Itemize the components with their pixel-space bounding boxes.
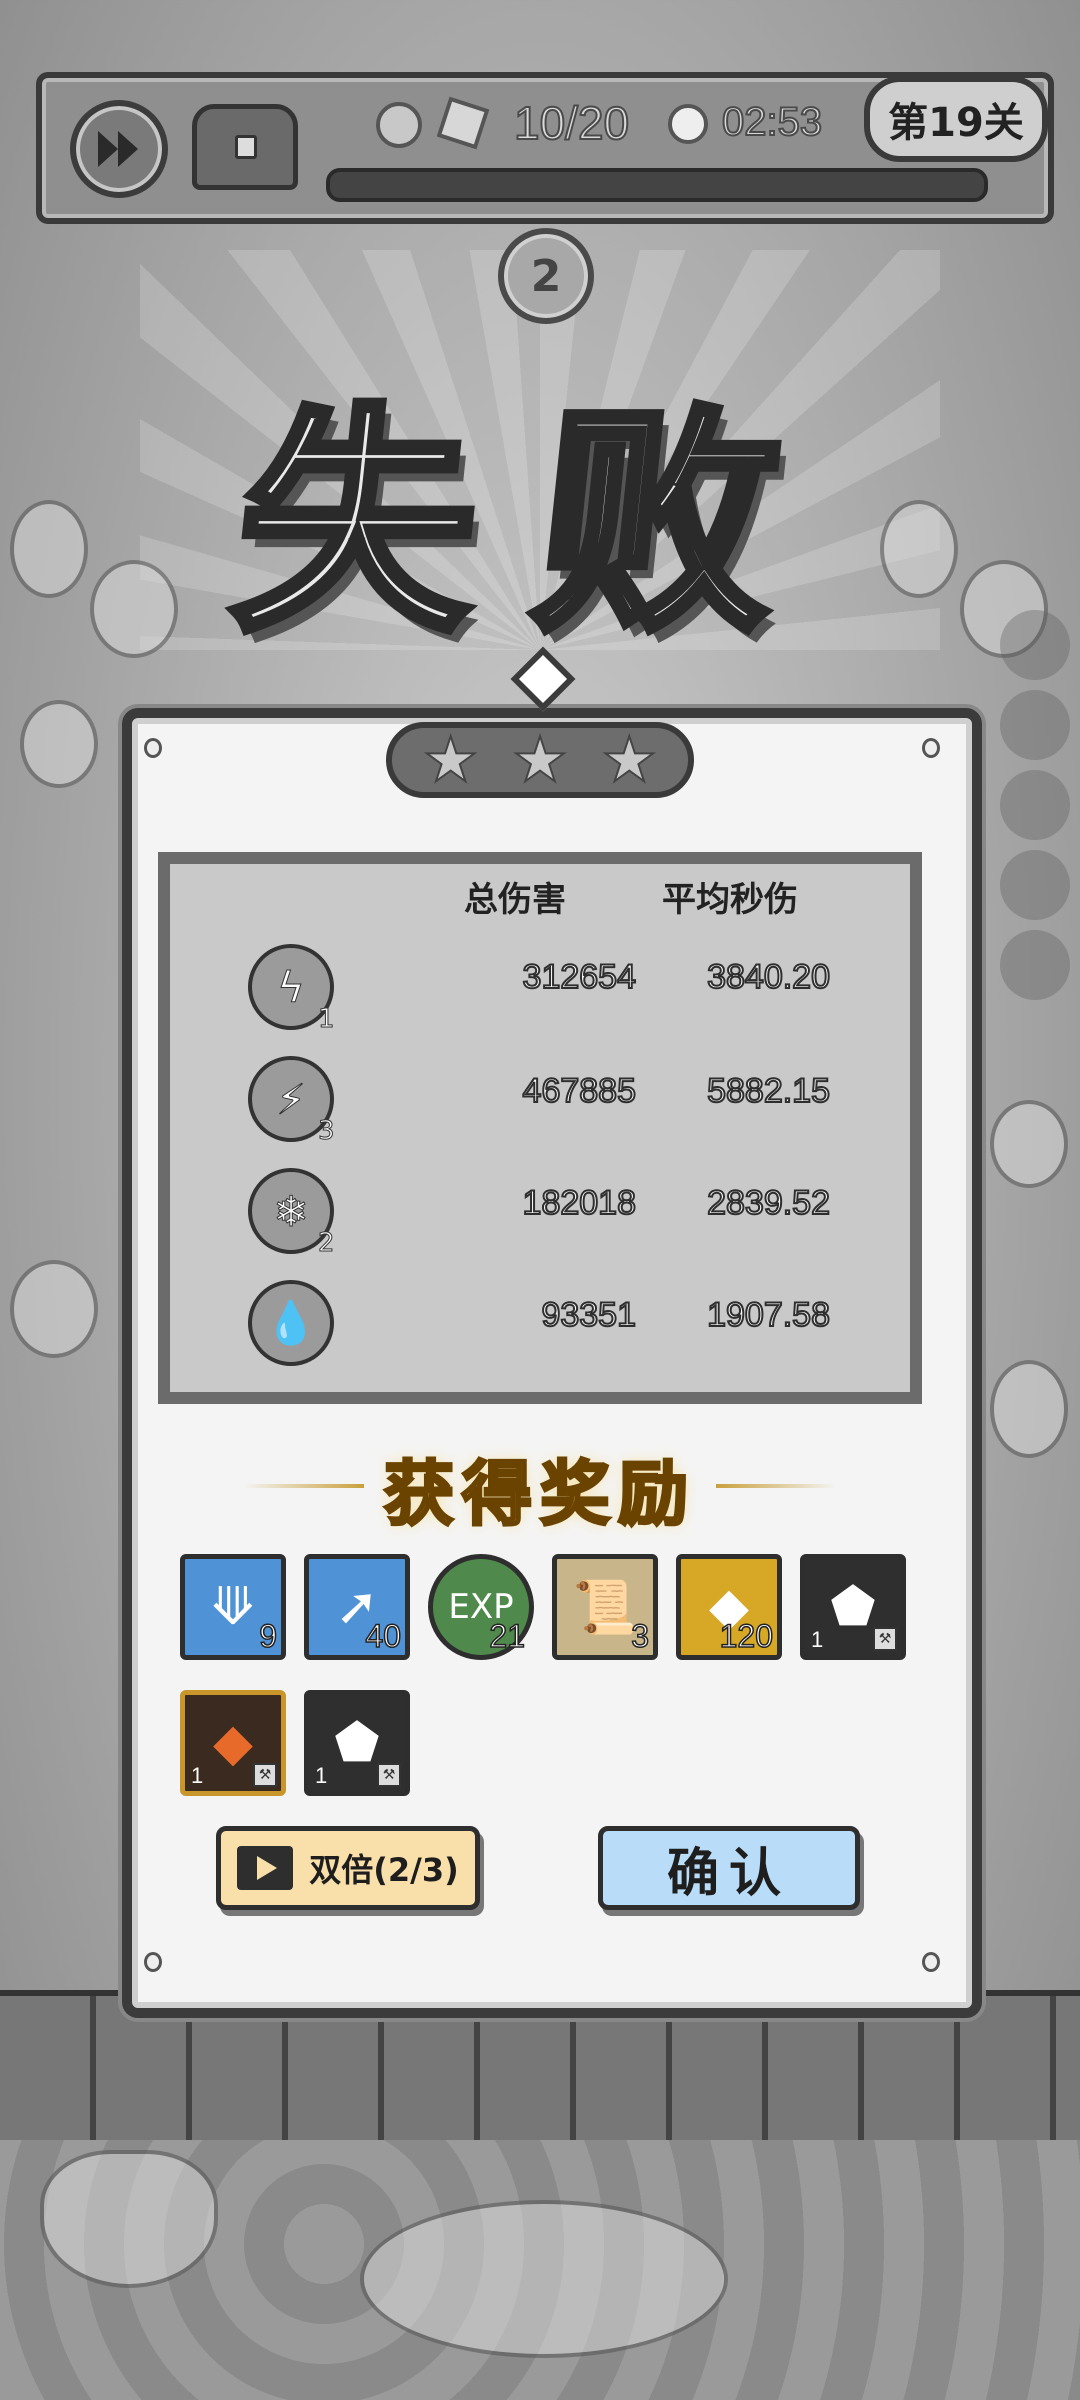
scroll-glyph: 📜 (572, 1577, 638, 1638)
star-icon: ★ (511, 723, 569, 796)
skill-level: 3 (318, 1116, 336, 1147)
amber-glyph: ◆ (213, 1713, 253, 1773)
item-count: 120 (719, 1617, 774, 1655)
hammer-tag-icon: ⚒ (377, 1763, 401, 1787)
chest-button[interactable] (192, 104, 298, 190)
fast-forward-button[interactable] (70, 100, 168, 198)
item-count: 9 (258, 1617, 277, 1655)
item-count: 3 (630, 1617, 649, 1655)
rivet (144, 738, 162, 758)
star-rating: ★ ★ ★ (386, 722, 694, 798)
item-count: 1 (315, 1763, 328, 1788)
gold-coin-icon[interactable]: ◆ 120 (676, 1554, 782, 1660)
drill-glyph: ⟱ (211, 1577, 255, 1637)
side-slot (1000, 930, 1070, 1000)
spear-card-icon[interactable]: ➚ 40 (304, 1554, 410, 1660)
total-damage: 93351 (540, 1295, 637, 1335)
tower-base (360, 2200, 728, 2358)
tower-base (40, 2150, 218, 2288)
rivet (922, 738, 940, 758)
resource-count: 10/20 (513, 96, 630, 150)
exp-orb-icon[interactable]: EXP 21 (428, 1554, 534, 1660)
skill-level: 2 (318, 1228, 336, 1259)
stage-badge: 第19关 (864, 76, 1048, 162)
side-slot (1000, 770, 1070, 840)
ore-glyph: ⬟ (334, 1713, 380, 1773)
rewards-title: 获得奖励 (383, 1451, 696, 1537)
item-count: 1 (811, 1627, 824, 1652)
average-dps: 2839.52 (706, 1183, 831, 1223)
rivet (922, 1952, 940, 1972)
defeat-title: 失败 (219, 378, 857, 668)
scroll-icon[interactable]: 📜 3 (552, 1554, 658, 1660)
item-count: 40 (365, 1617, 402, 1655)
confirm-button[interactable]: 确认 (598, 1826, 860, 1910)
coin-icon (376, 102, 422, 148)
double-reward-label: 双倍(2/3) (309, 1851, 459, 1889)
side-slot (1000, 690, 1070, 760)
amber-ore-icon[interactable]: ◆ 1 ⚒ (180, 1690, 286, 1796)
stone-ore-icon[interactable]: ⬟ 1 ⚒ (800, 1554, 906, 1660)
hammer-tag-icon: ⚒ (253, 1763, 277, 1787)
stone-ore-icon[interactable]: ⬟ 1 ⚒ (304, 1690, 410, 1796)
clock-icon (668, 104, 708, 144)
video-ad-icon (237, 1846, 294, 1890)
item-count: 1 (191, 1763, 204, 1788)
enemy-sprite (990, 1100, 1068, 1188)
wave-badge: 2 (498, 228, 594, 324)
side-slot (1000, 850, 1070, 920)
star-icon: ★ (422, 723, 480, 796)
confirm-label: 确认 (666, 1842, 791, 1904)
average-dps: 1907.58 (706, 1295, 831, 1335)
total-damage: 467885 (522, 1071, 637, 1111)
fast-forward-icon (98, 131, 138, 167)
enemy-sprite (20, 700, 98, 788)
enemy-sprite (10, 1260, 98, 1358)
ore-glyph: ⬟ (830, 1577, 876, 1637)
drill-card-icon[interactable]: ⟱ 9 (180, 1554, 286, 1660)
total-damage: 182018 (522, 1183, 637, 1223)
timer: 02:53 (721, 99, 823, 145)
poison-drop-icon: 💧 (248, 1280, 334, 1366)
average-dps: 5882.15 (706, 1071, 831, 1111)
double-reward-button[interactable]: 双倍(2/3) (216, 1826, 480, 1910)
wave-progress-bar (326, 168, 988, 202)
star-icon: ★ (601, 723, 659, 796)
header-total-damage: 总伤害 (464, 880, 566, 920)
item-count: 21 (489, 1617, 526, 1655)
rivet (144, 1952, 162, 1972)
skill-level: 1 (318, 1004, 336, 1035)
total-damage: 312654 (522, 957, 637, 997)
hammer-tag-icon: ⚒ (873, 1627, 897, 1651)
average-dps: 3840.20 (706, 957, 831, 997)
header-average-dps: 平均秒伤 (662, 880, 798, 920)
